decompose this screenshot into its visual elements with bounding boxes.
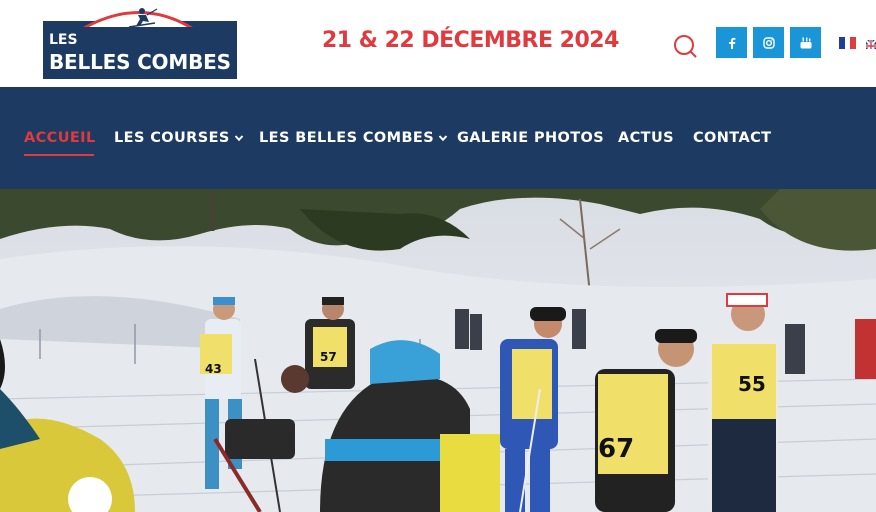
active-nav-underline — [24, 154, 94, 156]
nav-item-actus[interactable]: ACTUS — [618, 128, 674, 148]
search-icon — [674, 35, 697, 58]
instagram-link[interactable] — [753, 27, 784, 58]
nav-label: LES BELLES COMBES — [259, 130, 435, 146]
nav-item-contact[interactable]: CONTACT — [693, 128, 771, 148]
search-button[interactable] — [672, 33, 700, 61]
chevron-down-icon — [438, 135, 448, 142]
site-header: LES BELLES COMBES 21 & 22 DÉCEMBRE 2024 — [0, 0, 876, 87]
svg-text:67: 67 — [598, 434, 634, 464]
facebook-icon — [728, 37, 735, 49]
nav-label: ACCUEIL — [24, 130, 96, 146]
hero-photo: 43 57 67 55 — [0, 189, 876, 512]
svg-text:43: 43 — [205, 362, 222, 376]
svg-text:57: 57 — [320, 350, 337, 364]
nav-label: LES COURSES — [114, 130, 230, 146]
nav-label: CONTACT — [693, 130, 772, 146]
logo-line-2: BELLES COMBES — [49, 50, 231, 74]
nav-label: ACTUS — [618, 130, 674, 146]
youtube-link[interactable] — [790, 27, 821, 58]
svg-text:55: 55 — [738, 372, 766, 396]
language-fr-flag[interactable] — [839, 37, 856, 49]
nav-item-les-courses[interactable]: LES COURSES — [114, 128, 244, 148]
main-navigation: ACCUEIL LES COURSES LES BELLES COMBES GA… — [0, 87, 876, 189]
instagram-icon — [762, 36, 775, 49]
site-logo[interactable]: LES BELLES COMBES — [43, 5, 237, 79]
ski-race-scene: 43 57 67 55 — [0, 189, 876, 512]
youtube-icon — [800, 37, 811, 48]
chevron-down-icon — [234, 135, 243, 142]
facebook-link[interactable] — [716, 27, 747, 58]
logo-line-1: LES — [49, 32, 78, 48]
language-en-flag[interactable] — [866, 37, 876, 49]
event-date: 21 & 22 DÉCEMBRE 2024 — [322, 28, 619, 53]
nav-item-accueil[interactable]: ACCUEIL — [24, 128, 96, 148]
nav-label: GALERIE PHOTOS — [457, 130, 605, 146]
nav-item-les-belles-combes[interactable]: LES BELLES COMBES — [259, 128, 448, 148]
nav-item-galerie-photos[interactable]: GALERIE PHOTOS — [457, 128, 604, 148]
